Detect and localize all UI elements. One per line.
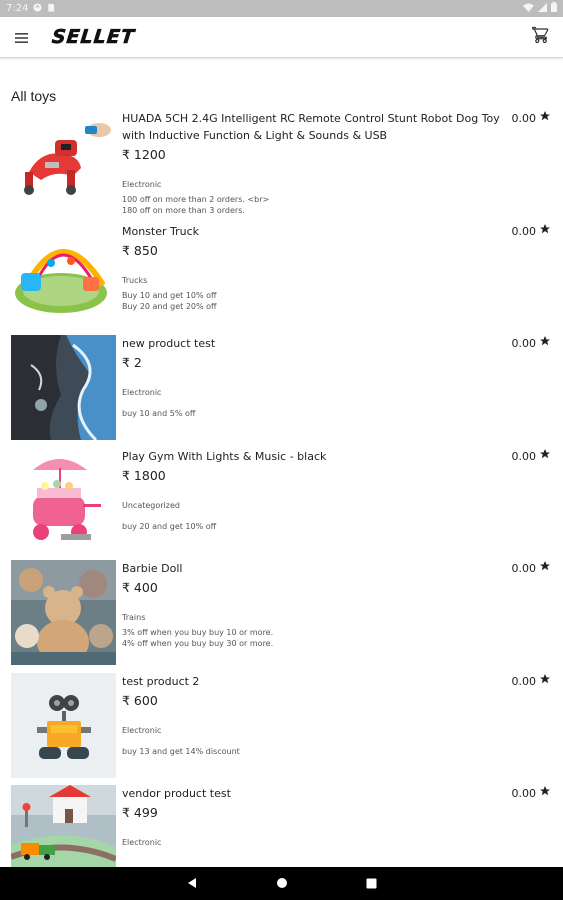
product-rating: 0.00 — [512, 560, 552, 577]
product-category: Trucks — [122, 276, 148, 285]
back-button[interactable] — [186, 874, 198, 893]
product-name[interactable]: Barbie Doll — [122, 560, 502, 577]
wifi-icon — [523, 2, 534, 15]
product-price: ₹ 400 — [122, 580, 158, 595]
product-name[interactable]: Play Gym With Lights & Music - black — [122, 448, 502, 465]
product-offer: 4% off when you buy buy 30 or more. — [122, 639, 274, 648]
rating-value: 0.00 — [511, 787, 537, 800]
recents-button[interactable] — [366, 874, 377, 893]
product-offer: 3% off when you buy buy 10 or more. — [122, 628, 274, 637]
rating-value: 0.00 — [511, 562, 537, 575]
product-category: Electronic — [122, 838, 162, 847]
product-name[interactable]: Monster Truck — [122, 223, 502, 240]
product-card[interactable]: vendor product test ₹ 499 Electronic 0.0… — [0, 785, 563, 867]
product-offer: buy 10 and 5% off — [122, 409, 196, 418]
product-card[interactable]: Play Gym With Lights & Music - black ₹ 1… — [0, 448, 563, 560]
product-info: new product test ₹ 2 Electronic buy 10 a… — [122, 335, 502, 419]
product-info: test product 2 ₹ 600 Electronic buy 13 a… — [122, 673, 502, 757]
rating-value: 0.00 — [511, 337, 537, 350]
product-category: Uncategorized — [122, 501, 180, 510]
hamburger-icon — [14, 28, 28, 47]
status-right — [523, 2, 557, 15]
product-name[interactable]: new product test — [122, 335, 502, 352]
product-category: Trains — [122, 613, 146, 622]
product-name[interactable]: HUADA 5CH 2.4G Intelligent RC Remote Con… — [122, 110, 502, 144]
cart-button[interactable] — [521, 17, 561, 58]
product-info: vendor product test ₹ 499 Electronic — [122, 785, 502, 848]
product-offer: buy 20 and get 10% off — [122, 522, 217, 531]
sync-icon — [33, 2, 43, 15]
product-rating: 0.00 — [512, 448, 552, 465]
product-rating: 0.00 — [512, 110, 552, 127]
star-icon — [539, 448, 551, 465]
app-bar: SELLET — [0, 17, 563, 58]
product-price: ₹ 1200 — [122, 147, 166, 162]
product-image-ice-cream-cart[interactable] — [11, 448, 116, 553]
product-info: Barbie Doll ₹ 400 Trains 3% off when you… — [122, 560, 502, 649]
product-price: ₹ 600 — [122, 693, 158, 708]
product-rating: 0.00 — [512, 223, 552, 240]
star-icon — [539, 110, 551, 127]
product-category: Electronic — [122, 180, 162, 189]
product-category: Electronic — [122, 726, 162, 735]
star-icon — [539, 673, 551, 690]
product-price: ₹ 1800 — [122, 468, 166, 483]
star-icon — [539, 560, 551, 577]
battery-icon — [551, 2, 557, 15]
product-offer: Buy 10 and get 10% off — [122, 291, 217, 300]
product-list-screen: All toys HUADA 5CH 2.4G Intelligent RC R… — [0, 58, 563, 867]
product-price: ₹ 499 — [122, 805, 158, 820]
menu-button[interactable] — [0, 17, 42, 58]
star-icon — [539, 785, 551, 802]
recents-icon — [366, 878, 377, 889]
product-rating: 0.00 — [512, 673, 552, 690]
product-image-robot-dog[interactable] — [11, 110, 116, 215]
status-time: 7:24 — [6, 3, 29, 14]
product-category: Electronic — [122, 388, 162, 397]
status-bar: 7:24 — [0, 0, 563, 17]
product-rating: 0.00 — [512, 335, 552, 352]
product-card[interactable]: Barbie Doll ₹ 400 Trains 3% off when you… — [0, 560, 563, 672]
product-offer: Buy 20 and get 20% off — [122, 302, 217, 311]
product-info: HUADA 5CH 2.4G Intelligent RC Remote Con… — [122, 110, 502, 216]
product-rating: 0.00 — [512, 785, 552, 802]
product-name[interactable]: vendor product test — [122, 785, 502, 802]
product-offer: buy 13 and get 14% discount — [122, 747, 240, 756]
product-image-teddy-bears[interactable] — [11, 560, 116, 665]
star-icon — [539, 223, 551, 240]
home-icon — [277, 878, 287, 888]
back-icon — [188, 878, 196, 888]
product-image-baby-play-gym[interactable] — [11, 223, 116, 328]
star-icon — [539, 335, 551, 352]
rating-value: 0.00 — [511, 675, 537, 688]
product-card[interactable]: new product test ₹ 2 Electronic buy 10 a… — [0, 335, 563, 447]
rating-value: 0.00 — [511, 225, 537, 238]
app-logo[interactable]: SELLET — [51, 26, 137, 49]
product-image-wooden-train-set[interactable] — [11, 785, 116, 867]
product-image-wall-e-robot[interactable] — [11, 673, 116, 778]
product-card[interactable]: HUADA 5CH 2.4G Intelligent RC Remote Con… — [0, 110, 563, 222]
shopping-cart-icon — [532, 26, 550, 48]
product-card[interactable]: test product 2 ₹ 600 Electronic buy 13 a… — [0, 673, 563, 785]
product-offer: 100 off on more than 2 orders. <br> — [122, 195, 270, 204]
section-title: All toys — [11, 88, 57, 104]
home-button[interactable] — [276, 874, 288, 893]
product-offer: 180 off on more than 3 orders. — [122, 206, 245, 215]
sd-card-icon — [47, 3, 55, 15]
product-name[interactable]: test product 2 — [122, 673, 502, 690]
product-price: ₹ 850 — [122, 243, 158, 258]
product-price: ₹ 2 — [122, 355, 142, 370]
product-image-abstract-painting[interactable] — [11, 335, 116, 440]
rating-value: 0.00 — [511, 112, 537, 125]
system-navigation-bar — [0, 867, 563, 900]
product-card[interactable]: Monster Truck ₹ 850 Trucks Buy 10 and ge… — [0, 223, 563, 335]
rating-value: 0.00 — [511, 450, 537, 463]
product-info: Monster Truck ₹ 850 Trucks Buy 10 and ge… — [122, 223, 502, 312]
status-left: 7:24 — [6, 2, 55, 15]
signal-icon — [538, 2, 547, 15]
product-info: Play Gym With Lights & Music - black ₹ 1… — [122, 448, 502, 532]
